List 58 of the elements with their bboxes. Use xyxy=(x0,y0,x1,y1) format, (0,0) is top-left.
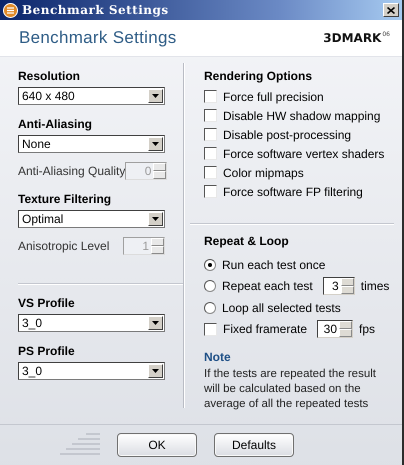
spin-down-button[interactable] xyxy=(340,286,354,294)
unit-label: times xyxy=(360,279,390,294)
checkbox-label: Disable HW shadow mapping xyxy=(223,108,380,122)
section-heading: Rendering Options xyxy=(204,69,313,83)
note-heading: Note xyxy=(204,350,232,364)
field-label: PS Profile xyxy=(18,344,76,358)
checkbox-label: Fixed framerate xyxy=(223,322,308,336)
caret-icon xyxy=(152,217,159,221)
dialog-button[interactable]: OK xyxy=(117,433,197,457)
unit-label: fps xyxy=(359,322,376,336)
radio-label: Loop all selected tests xyxy=(222,300,341,315)
radio-button[interactable] xyxy=(204,302,216,314)
caret-icon xyxy=(152,369,159,373)
checkbox-label: Force software vertex shaders xyxy=(223,146,384,160)
product-logo: 3DMARK$^{06}$ xyxy=(323,31,390,45)
checkbox[interactable] xyxy=(204,185,217,198)
checkbox[interactable] xyxy=(204,322,217,336)
number-field[interactable]: 30 xyxy=(317,320,354,338)
checkbox[interactable] xyxy=(204,90,217,103)
checkbox-label: Force software FP filtering xyxy=(223,184,363,198)
field-label: VS Profile xyxy=(18,296,76,310)
caret-icon xyxy=(152,142,159,146)
field-label: Anisotropic Level xyxy=(18,239,110,253)
spin-down-button[interactable] xyxy=(339,329,352,338)
checkbox[interactable] xyxy=(204,109,217,122)
field-label: Texture Filtering xyxy=(18,192,112,206)
spin-up-button[interactable] xyxy=(340,278,354,286)
radio-button[interactable] xyxy=(204,280,216,292)
dropdown[interactable]: 3_0 xyxy=(18,362,165,380)
close-button[interactable] xyxy=(383,3,399,17)
caret-icon xyxy=(152,321,159,325)
checkbox-label: Color mipmaps xyxy=(223,166,304,180)
dropdown[interactable]: None xyxy=(18,135,165,153)
checkbox[interactable] xyxy=(204,166,217,179)
section-heading: Repeat & Loop xyxy=(204,234,290,248)
radio-label: Repeat each test xyxy=(222,279,313,294)
caret-icon xyxy=(152,94,159,98)
checkbox-label: Disable post-processing xyxy=(223,128,352,142)
checkbox[interactable] xyxy=(204,128,217,141)
dropdown[interactable]: Optimal xyxy=(18,210,165,228)
radio-button[interactable] xyxy=(204,258,216,271)
field-label: Anti-Aliasing Quality xyxy=(18,164,126,178)
number-field[interactable]: 3 xyxy=(322,277,355,296)
spin-up-button[interactable] xyxy=(339,321,352,330)
checkbox-label: Force full precision xyxy=(223,90,324,104)
field-label: Resolution xyxy=(18,69,81,83)
radio-label: Run each test once xyxy=(222,258,326,272)
checkbox[interactable] xyxy=(204,147,217,160)
stripes-drawing xyxy=(58,433,100,457)
window-title: Benchmark Settings xyxy=(22,3,170,17)
app-icon xyxy=(3,2,18,18)
field-label: Anti-Aliasing xyxy=(18,117,93,131)
dropdown[interactable]: 3_0 xyxy=(18,314,165,332)
dropdown[interactable]: 640 x 480 xyxy=(18,87,165,105)
note-text: If the tests are repeated the result will be calculated based on the average of all the repeated tests xyxy=(204,367,377,412)
dialog-heading: Benchmark Settings xyxy=(19,28,177,48)
dialog-button[interactable]: Defaults xyxy=(214,433,294,457)
close-icon xyxy=(387,6,395,14)
